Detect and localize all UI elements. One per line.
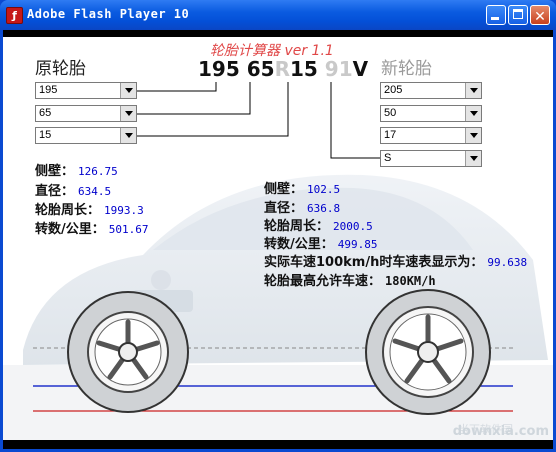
stat-value: 636.8 [307, 202, 341, 215]
stat-label: 转数/公里： [264, 237, 334, 252]
new-ratio-select[interactable]: 50 [380, 105, 482, 122]
close-button[interactable]: ✕ [530, 5, 550, 25]
tire-code-load: 91 [324, 57, 353, 81]
tire-code-display: 195 65R15 91V [198, 57, 368, 81]
stat-value: 1993.3 [104, 204, 144, 217]
stat-label: 直径： [35, 184, 75, 199]
max-speed-row: 轮胎最高允许车速： 180KM/h [264, 270, 436, 289]
original-tire-title: 原轮胎 [35, 59, 86, 79]
tire-code-r: R [274, 57, 290, 81]
watermark-url: downxia.com [452, 424, 549, 439]
new-tire-title: 新轮胎 [381, 59, 432, 79]
original-sidewall-row: 侧壁： 126.75 [35, 160, 118, 179]
maximize-button[interactable] [508, 5, 528, 25]
title-bar[interactable]: ƒ Adobe Flash Player 10 ✕ [0, 0, 556, 30]
stat-value: 180KM/h [385, 274, 436, 288]
stat-label: 轮胎周长： [264, 219, 330, 234]
original-diameter-row: 直径： 634.5 [35, 180, 111, 199]
select-value: 15 [39, 129, 52, 141]
chevron-down-icon[interactable] [465, 106, 481, 121]
new-sidewall-row: 侧壁： 102.5 [264, 178, 340, 197]
tire-code-rim: 15 [289, 57, 318, 81]
tire-code-width: 195 [198, 57, 240, 81]
select-value: 65 [39, 107, 52, 119]
new-circumference-row: 轮胎周长： 2000.5 [264, 215, 373, 234]
flash-app-icon: ƒ [6, 7, 23, 24]
select-value: 205 [384, 84, 403, 96]
stat-label: 轮胎周长： [35, 203, 101, 218]
chevron-down-icon[interactable] [120, 83, 136, 98]
chevron-down-icon[interactable] [465, 128, 481, 143]
stat-label: 侧壁： [264, 182, 304, 197]
maximize-icon [513, 9, 523, 19]
stat-value: 634.5 [78, 185, 112, 198]
new-wheel [365, 289, 491, 415]
original-rpk-row: 转数/公里： 501.67 [35, 218, 149, 237]
select-value: S [384, 152, 392, 164]
tire-code-speed: V [352, 57, 369, 81]
stat-label: 实际车速100km/h时车速表显示为： [264, 255, 484, 270]
stat-label: 侧壁： [35, 164, 75, 179]
stat-value: 126.75 [78, 165, 118, 178]
stat-label: 轮胎最高允许车速： [264, 274, 382, 289]
chevron-down-icon[interactable] [465, 83, 481, 98]
original-wheel [67, 291, 189, 413]
stat-value: 102.5 [307, 183, 341, 196]
stat-value: 2000.5 [333, 220, 373, 233]
new-speed-select[interactable]: S [380, 150, 482, 167]
flash-content-area: 轮胎计算器 ver 1.1 原轮胎 新轮胎 195 65R15 91V 195 … [3, 30, 553, 449]
flash-player-window: ƒ Adobe Flash Player 10 ✕ 轮胎计算器 ver 1.1 … [0, 0, 556, 452]
new-diameter-row: 直径： 636.8 [264, 197, 340, 216]
close-icon: ✕ [534, 9, 546, 25]
chevron-down-icon[interactable] [465, 151, 481, 166]
stat-value: 499.85 [337, 238, 378, 251]
speedo-row: 实际车速100km/h时车速表显示为： 99.638 [264, 251, 527, 270]
tire-code-ratio: 65 [246, 57, 275, 81]
stat-value: 501.67 [108, 223, 149, 236]
original-circumference-row: 轮胎周长： 1993.3 [35, 199, 144, 218]
bottom-letterbox [3, 440, 553, 449]
minimize-icon [491, 17, 499, 20]
stat-label: 转数/公里： [35, 222, 105, 237]
chevron-down-icon[interactable] [120, 106, 136, 121]
select-value: 50 [384, 107, 397, 119]
stat-value: 99.638 [487, 256, 528, 269]
new-rpk-row: 转数/公里： 499.85 [264, 233, 378, 252]
original-width-select[interactable]: 195 [35, 82, 137, 99]
window-title: Adobe Flash Player 10 [27, 7, 190, 21]
original-ratio-select[interactable]: 65 [35, 105, 137, 122]
original-rim-select[interactable]: 15 [35, 127, 137, 144]
select-value: 195 [39, 84, 58, 96]
new-width-select[interactable]: 205 [380, 82, 482, 99]
new-rim-select[interactable]: 17 [380, 127, 482, 144]
select-value: 17 [384, 129, 397, 141]
minimize-button[interactable] [486, 5, 506, 25]
stat-label: 直径： [264, 201, 304, 216]
chevron-down-icon[interactable] [120, 128, 136, 143]
